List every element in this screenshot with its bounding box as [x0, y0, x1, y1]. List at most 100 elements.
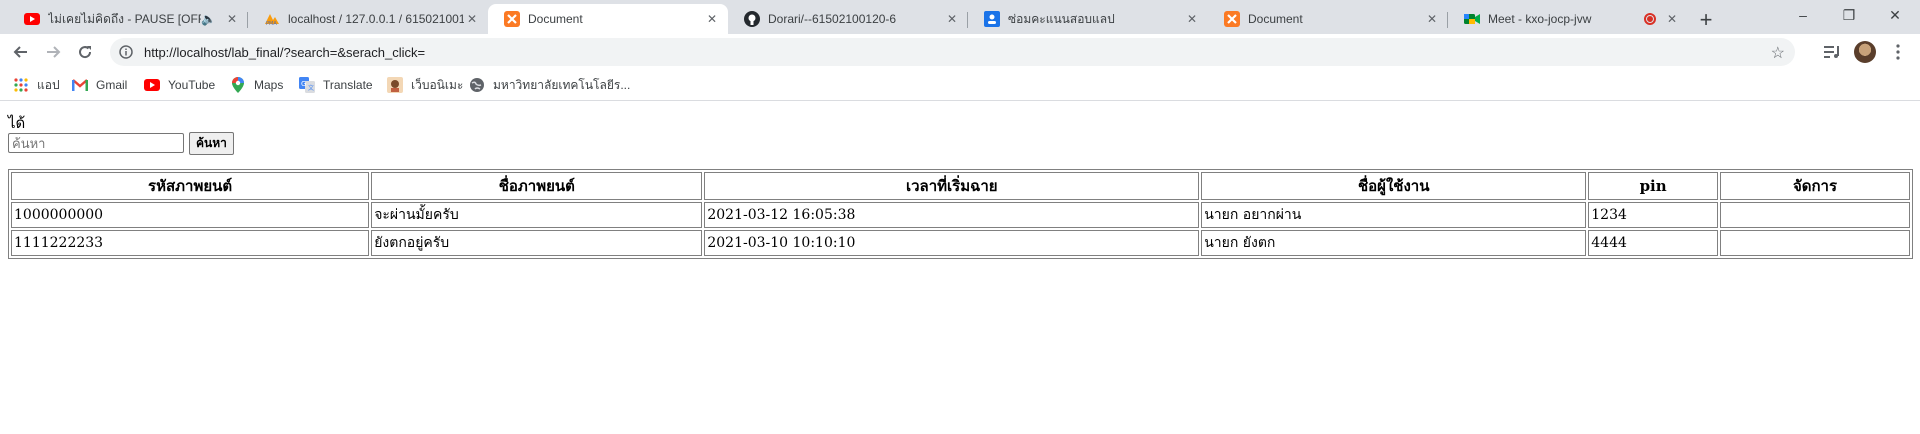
column-header-username: ชื่อผู้ใช้งาน	[1201, 172, 1587, 200]
tab-title: localhost / 127.0.0.1 / 61502100120	[288, 12, 464, 26]
svg-text:文: 文	[308, 84, 314, 92]
xampp-icon	[1224, 11, 1240, 27]
table-header-row: รหัสภาพยนต์ ชื่อภาพยนต์ เวลาที่เริ่มฉาย …	[11, 172, 1910, 200]
tab-meet[interactable]: Meet - kxo-jocp-jvw ✕	[1448, 4, 1688, 34]
meet-icon	[1464, 11, 1480, 27]
new-tab-button[interactable]: +	[1692, 6, 1720, 34]
apps-grid-icon	[13, 77, 29, 93]
tab-title: ไม่เคยไม่คิดถึง - PAUSE [OFFICIAL	[48, 11, 201, 26]
bookmark-label: มหาวิทยาลัยเทคโนโลยีร...	[493, 77, 631, 92]
close-icon[interactable]: ✕	[1184, 11, 1200, 27]
kebab-menu-icon	[1896, 44, 1900, 60]
tab-title: ซ่อมคะแนนสอบแลป	[1008, 11, 1115, 26]
browser-toolbar: http://localhost/lab_final/?search=&sera…	[0, 34, 1920, 70]
profile-avatar[interactable]	[1854, 41, 1876, 63]
column-header-manage: จัดการ	[1719, 172, 1910, 200]
forward-button[interactable]	[39, 38, 67, 66]
github-icon	[744, 11, 760, 27]
xampp-icon	[504, 11, 520, 27]
arrow-right-icon	[47, 46, 61, 58]
youtube-icon	[24, 11, 40, 27]
youtube-icon	[144, 77, 160, 93]
page-content: ได้ ค้นหา รหัสภาพยนต์ ชื่อภาพยนต์ เวลาที…	[0, 101, 1920, 434]
close-icon[interactable]: ✕	[464, 11, 480, 27]
cell-movie-id: 1000000000	[11, 202, 370, 228]
bookmark-youtube[interactable]: YouTube	[144, 76, 215, 94]
reload-icon	[79, 46, 92, 59]
bookmark-label: Maps	[254, 78, 284, 92]
phpmyadmin-icon: PMA	[264, 11, 280, 27]
tab-document-active[interactable]: Document ✕	[488, 4, 728, 34]
playlist-icon	[1824, 46, 1839, 58]
cell-pin: 4444	[1588, 230, 1718, 256]
tab-title: Meet - kxo-jocp-jvw	[1488, 12, 1592, 26]
speaker-icon[interactable]: 🔈	[201, 12, 216, 26]
close-icon[interactable]: ✕	[224, 11, 240, 27]
minimize-button[interactable]: –	[1780, 0, 1826, 30]
cell-username: นายก ยังตก	[1201, 230, 1587, 256]
anime-site-icon	[387, 77, 403, 93]
column-header-start-time: เวลาที่เริ่มฉาย	[704, 172, 1200, 200]
info-icon[interactable]	[118, 44, 134, 60]
bookmark-label: แอป	[37, 77, 60, 92]
classroom-icon	[984, 11, 1000, 27]
page-text: ได้	[8, 114, 26, 132]
bookmark-apps[interactable]: แอป	[13, 76, 60, 94]
search-button[interactable]: ค้นหา	[189, 132, 234, 155]
tab-document[interactable]: Document ✕	[1208, 4, 1448, 34]
cell-username: นายก อยากผ่าน	[1201, 202, 1587, 228]
bookmark-label: YouTube	[168, 78, 216, 92]
cell-movie-name: ยังตกอยู่ครับ	[371, 230, 703, 256]
bookmark-maps[interactable]: Maps	[230, 76, 283, 94]
cell-movie-name: จะผ่านมั้ยครับ	[371, 202, 703, 228]
svg-text:PMA: PMA	[266, 21, 277, 26]
arrow-left-icon	[13, 46, 27, 58]
bookmark-university[interactable]: มหาวิทยาลัยเทคโนโลยีร...	[469, 76, 630, 94]
tab-classroom[interactable]: ซ่อมคะแนนสอบแลป ✕	[968, 4, 1208, 34]
bookmark-gmail[interactable]: Gmail	[72, 76, 127, 94]
cell-start-time: 2021-03-10 10:10:10	[704, 230, 1200, 256]
tab-phpmyadmin[interactable]: PMA localhost / 127.0.0.1 / 61502100120 …	[248, 4, 488, 34]
close-icon[interactable]: ✕	[944, 11, 960, 27]
tab-title: Dorari/--61502100120-6	[768, 12, 897, 26]
close-icon[interactable]: ✕	[1664, 11, 1680, 27]
bookmark-label: Gmail	[96, 78, 128, 92]
menu-button[interactable]	[1884, 38, 1912, 66]
restore-button[interactable]: ❐	[1826, 0, 1872, 30]
cell-start-time: 2021-03-12 16:05:38	[704, 202, 1200, 228]
bookmark-label: เว็บอนิเมะ	[411, 77, 464, 92]
column-header-movie-id: รหัสภาพยนต์	[11, 172, 370, 200]
window-close-button[interactable]: ✕	[1872, 0, 1918, 30]
gmail-icon	[72, 77, 88, 93]
tab-title: Document	[528, 12, 583, 26]
bookmark-anime[interactable]: เว็บอนิเมะ	[387, 76, 463, 94]
bookmark-star-icon[interactable]: ☆	[1771, 43, 1785, 63]
close-icon[interactable]: ✕	[704, 11, 720, 27]
translate-icon: G文	[299, 77, 315, 93]
bookmark-translate[interactable]: G文 Translate	[299, 76, 373, 94]
column-header-movie-name: ชื่อภาพยนต์	[371, 172, 703, 200]
address-bar[interactable]: http://localhost/lab_final/?search=&sera…	[110, 38, 1795, 66]
url-text[interactable]: http://localhost/lab_final/?search=&sera…	[144, 45, 425, 60]
tab-strip: ไม่เคยไม่คิดถึง - PAUSE [OFFICIAL 🔈 ✕ PM…	[0, 0, 1920, 34]
close-icon[interactable]: ✕	[1424, 11, 1440, 27]
cell-pin: 1234	[1588, 202, 1718, 228]
bookmarks-bar: แอป Gmail YouTube Maps G文 Translate เว็บ…	[0, 70, 1920, 101]
recording-icon	[1644, 13, 1656, 25]
tab-title: Document	[1248, 12, 1303, 26]
tab-github[interactable]: Dorari/--61502100120-6 ✕	[728, 4, 968, 34]
cell-manage	[1719, 230, 1910, 256]
cell-manage	[1719, 202, 1910, 228]
search-input[interactable]	[8, 133, 184, 153]
cell-movie-id: 1111222233	[11, 230, 370, 256]
globe-icon	[469, 77, 485, 93]
tab-youtube-music[interactable]: ไม่เคยไม่คิดถึง - PAUSE [OFFICIAL 🔈 ✕	[8, 4, 248, 34]
media-control-button[interactable]	[1818, 38, 1846, 66]
movie-table: รหัสภาพยนต์ ชื่อภาพยนต์ เวลาที่เริ่มฉาย …	[8, 169, 1913, 259]
maps-icon	[230, 77, 246, 93]
table-row: 1000000000 จะผ่านมั้ยครับ 2021-03-12 16:…	[11, 202, 1910, 228]
column-header-pin: pin	[1588, 172, 1718, 200]
reload-button[interactable]	[71, 38, 99, 66]
table-row: 1111222233 ยังตกอยู่ครับ 2021-03-10 10:1…	[11, 230, 1910, 256]
back-button[interactable]	[7, 38, 35, 66]
